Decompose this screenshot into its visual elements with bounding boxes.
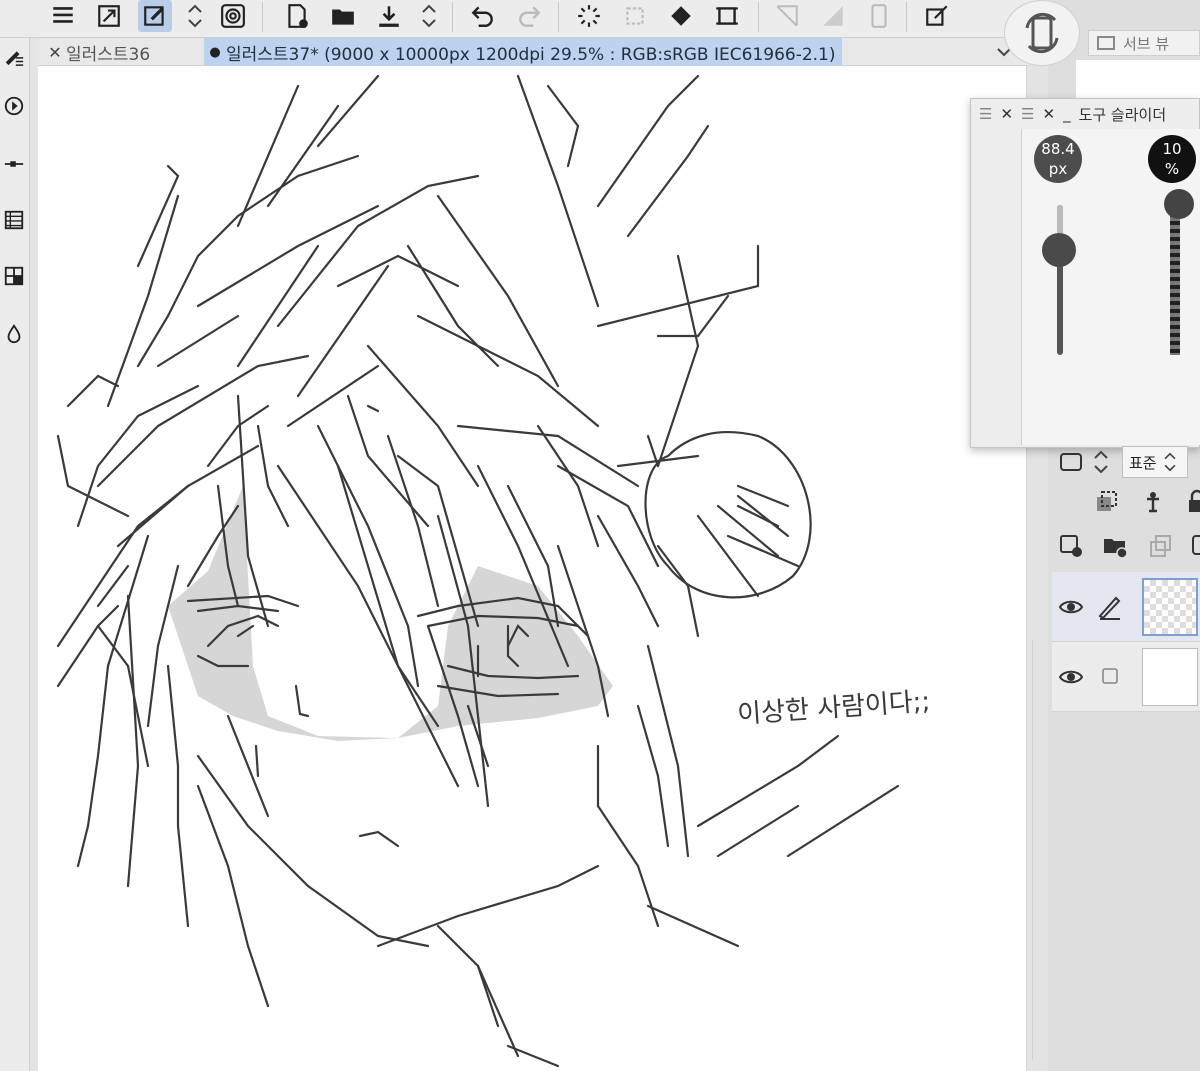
open-folder-icon[interactable] xyxy=(326,0,360,32)
eye-icon[interactable] xyxy=(1058,664,1084,690)
crop-icon[interactable] xyxy=(710,0,744,32)
document-tabs: ✕ 일러스트36 ● 일러스트37* (9000 x 10000px 1200d… xyxy=(38,38,1028,66)
tab-illust36[interactable]: ✕ 일러스트36 xyxy=(44,38,150,66)
reference-layer-icon[interactable] xyxy=(1136,486,1170,518)
clipping-icon[interactable] xyxy=(1090,486,1124,518)
subview-label: 서브 뷰 xyxy=(1123,34,1170,53)
opacity-slider[interactable] xyxy=(1170,205,1180,355)
eye-icon[interactable] xyxy=(1058,594,1084,620)
opacity-unit: % xyxy=(1164,160,1180,178)
tool-property-icon[interactable] xyxy=(0,146,28,182)
panel-minimize-icon[interactable]: _ xyxy=(1063,105,1071,123)
fullscreen-icon[interactable] xyxy=(92,0,126,32)
left-tool-strip xyxy=(0,38,30,1071)
grid-icon[interactable] xyxy=(0,258,28,294)
handwritten-text: 이상한 사람이다;; xyxy=(736,687,931,730)
opacity-knob[interactable] xyxy=(1164,189,1194,219)
loading-icon[interactable] xyxy=(572,0,606,32)
panel-close-icon[interactable]: ✕ xyxy=(1000,105,1013,123)
checkbox-icon[interactable] xyxy=(1096,662,1124,690)
edit-mode-icon[interactable] xyxy=(138,0,172,32)
tool-slider-header: ☰ ✕ ☰ ✕ _ 도구 슬라이더 xyxy=(971,99,1200,129)
layer-color-select[interactable] xyxy=(1054,446,1088,478)
lock-icon[interactable] xyxy=(1180,486,1200,518)
brush-size-badge: 88.4 px xyxy=(1034,135,1082,183)
copy-layer-icon[interactable] xyxy=(1144,530,1178,562)
rotate-icon xyxy=(1025,12,1059,54)
save-icon[interactable] xyxy=(372,0,406,32)
app-window: ✕ 일러스트36 ● 일러스트37* (9000 x 10000px 1200d… xyxy=(0,0,1200,1071)
blend-mode-select[interactable]: 표준 xyxy=(1122,446,1188,478)
layer-thumbnail xyxy=(1142,578,1198,636)
layer-item-1[interactable] xyxy=(1052,572,1200,642)
fill-icon[interactable] xyxy=(664,0,698,32)
tool-slider-panel: ☰ ✕ ☰ ✕ _ 도구 슬라이더 88.4 px 10 % xyxy=(970,98,1200,448)
brush-size-unit: px xyxy=(1048,160,1068,178)
panel-menu-icon[interactable]: ☰ xyxy=(1021,105,1034,123)
new-folder-icon[interactable] xyxy=(1098,530,1132,562)
edit-icon[interactable] xyxy=(920,0,954,32)
color-drop-icon[interactable] xyxy=(0,316,28,352)
tab-subview[interactable]: 서브 뷰 xyxy=(1088,30,1200,56)
close-icon[interactable]: ✕ xyxy=(44,43,66,62)
rotate-canvas-button[interactable] xyxy=(1004,0,1080,66)
subview-area[interactable] xyxy=(1076,60,1200,100)
opacity-value: 10 xyxy=(1162,140,1182,158)
opacity-spinner[interactable] xyxy=(1090,446,1118,478)
scroll-indicator xyxy=(1032,640,1033,1060)
layer-item-paper[interactable] xyxy=(1052,642,1200,712)
transform-icon[interactable] xyxy=(618,0,652,32)
device-icon[interactable] xyxy=(862,0,896,32)
save-chevron-icon[interactable] xyxy=(418,0,440,32)
panel-menu-icon[interactable]: ☰ xyxy=(979,105,992,123)
layer-menu-icon[interactable] xyxy=(1186,530,1200,562)
undo-icon[interactable] xyxy=(466,0,500,32)
pencil-icon xyxy=(1098,596,1121,620)
auto-action-icon[interactable] xyxy=(0,88,28,124)
tool-slider-title: 도구 슬라이더 xyxy=(1078,105,1167,124)
menu-icon[interactable] xyxy=(46,0,80,32)
ruler-icon[interactable] xyxy=(770,0,804,32)
layer-property-row: 표준 xyxy=(1052,446,1200,480)
brush-size-value: 88.4 xyxy=(1041,140,1075,158)
layer-thumbnail xyxy=(1142,648,1198,706)
tool-slider-body: 88.4 px 10 % xyxy=(1021,129,1200,445)
spiral-icon[interactable] xyxy=(216,0,250,32)
sub-tool-icon[interactable] xyxy=(0,38,28,74)
blend-mode-value: 표준 xyxy=(1129,453,1157,472)
material-icon[interactable] xyxy=(0,202,28,238)
opacity-badge: 10 % xyxy=(1148,135,1196,183)
tab-label: 일러스트37* (9000 x 10000px 1200dpi 29.5% : … xyxy=(226,44,836,65)
gradient-icon[interactable] xyxy=(816,0,850,32)
tab-label: 일러스트36 xyxy=(66,44,151,65)
window-icon xyxy=(1097,36,1115,50)
tab-illust37[interactable]: ● 일러스트37* (9000 x 10000px 1200dpi 29.5% … xyxy=(204,38,842,66)
new-raster-layer-icon[interactable] xyxy=(1054,530,1088,562)
brush-size-knob[interactable] xyxy=(1042,233,1076,267)
drawing-canvas[interactable]: 이상한 사람이다;; xyxy=(38,66,1026,1071)
panel-close-icon[interactable]: ✕ xyxy=(1042,105,1055,123)
unsaved-dot-icon: ● xyxy=(209,44,221,60)
redo-icon[interactable] xyxy=(512,0,546,32)
toolbar-chevron-icon[interactable] xyxy=(184,0,206,32)
new-file-icon[interactable] xyxy=(280,0,314,32)
sketch-drawing: 이상한 사람이다;; xyxy=(56,74,931,1068)
